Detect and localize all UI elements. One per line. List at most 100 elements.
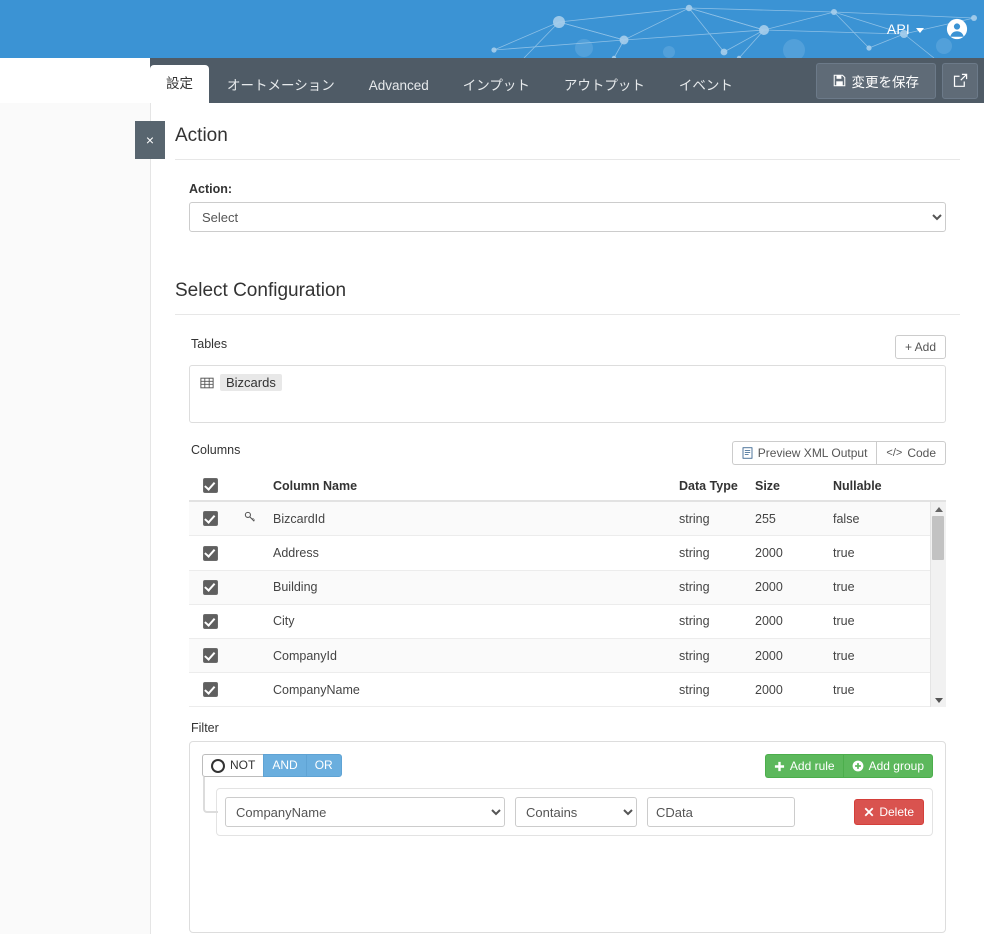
row-data-type: string (675, 535, 751, 571)
tab-label: Advanced (368, 78, 429, 93)
tab-actions: 変更を保存 (815, 58, 984, 103)
data-type-header: Data Type (675, 471, 751, 503)
save-floppy-icon (833, 74, 845, 87)
scroll-down-arrow[interactable] (931, 693, 946, 707)
tab-advanced[interactable]: Advanced (353, 69, 445, 103)
row-column-name: City (269, 604, 675, 640)
main-content: Action Action: Select Select Configurati… (151, 103, 984, 934)
filter-builder: NOT AND OR Add rule Add group CompanyNam… (189, 741, 946, 934)
chevron-down-icon (916, 27, 924, 33)
filter-label: Filter (191, 721, 219, 736)
and-toggle[interactable]: AND (263, 754, 306, 778)
action-field-label: Action: (189, 182, 233, 196)
row-checkbox[interactable] (202, 511, 218, 527)
tab-output[interactable]: アウトプット (548, 69, 661, 103)
row-size: 2000 (751, 535, 829, 571)
table-row[interactable]: BizcardId string 255 false (189, 502, 946, 537)
row-data-type: string (675, 638, 751, 674)
collapse-panel-button[interactable]: × (135, 121, 165, 159)
page-body: × Action Action: Select Select Configura… (0, 103, 984, 934)
action-section-title: Action (175, 125, 960, 160)
tab-input[interactable]: インプット (447, 69, 546, 103)
rule-value-input[interactable] (647, 797, 795, 828)
row-checkbox[interactable] (202, 545, 218, 561)
scroll-gutter-header (923, 471, 946, 503)
tab-list: 設定 オートメーション Advanced インプット アウトプット イベント (150, 58, 751, 103)
code-button[interactable]: </> Code (876, 441, 946, 465)
columns-table-header: Column Name Data Type Size Nullable (189, 471, 946, 503)
rule-field-select[interactable]: CompanyName (225, 797, 505, 828)
delete-rule-label: Delete (879, 805, 914, 820)
row-key-cell (231, 672, 269, 708)
add-table-button[interactable]: + Add (894, 335, 946, 359)
close-icon: × (145, 132, 155, 148)
rule-operator-select[interactable]: Contains (515, 797, 637, 828)
tab-label: アウトプット (563, 78, 645, 93)
add-rule-label: Add rule (789, 759, 835, 774)
delete-rule-button[interactable]: Delete (854, 799, 924, 826)
row-select-cell (189, 604, 231, 640)
row-nullable: true (829, 570, 923, 605)
nullable-header: Nullable (829, 471, 923, 503)
code-label: Code (907, 446, 936, 460)
scrollbar-thumb[interactable] (932, 516, 944, 561)
table-row[interactable]: City string 2000 true (189, 604, 946, 640)
select-configuration-title: Select Configuration (175, 280, 960, 315)
row-checkbox[interactable] (202, 614, 218, 630)
row-checkbox[interactable] (202, 579, 218, 595)
tab-automation[interactable]: オートメーション (211, 69, 351, 103)
tab-events[interactable]: イベント (663, 69, 749, 103)
columns-header-row: Columns Preview XML Output </> Code (175, 441, 946, 465)
user-circle-icon[interactable] (946, 18, 968, 40)
preview-xml-output-button[interactable]: Preview XML Output (731, 441, 877, 465)
key-header (231, 471, 269, 503)
table-chip-label[interactable]: Bizcards (220, 374, 282, 391)
tables-label: Tables (191, 337, 228, 351)
not-toggle[interactable]: NOT (202, 754, 264, 778)
add-group-button[interactable]: Add group (842, 754, 933, 779)
api-menu-label: API (886, 21, 910, 37)
table-row[interactable]: Building string 2000 true (189, 570, 946, 605)
left-rail: × (0, 103, 165, 934)
row-data-type: string (675, 672, 751, 708)
api-menu[interactable]: API (887, 21, 924, 37)
columns-action-group: Preview XML Output </> Code (731, 441, 946, 465)
table-grid-icon (200, 377, 214, 388)
xml-preview-icon (742, 447, 753, 459)
row-checkbox[interactable] (202, 682, 218, 698)
scroll-up-arrow[interactable] (931, 502, 946, 516)
tab-settings[interactable]: 設定 (150, 65, 209, 103)
preview-xml-output-label: Preview XML Output (757, 446, 868, 460)
action-select[interactable]: Select (189, 202, 946, 232)
row-data-type: string (675, 502, 751, 537)
table-row[interactable]: CompanyName string 2000 true (189, 672, 946, 708)
table-chip[interactable]: Bizcards (200, 374, 282, 391)
save-changes-button[interactable]: 変更を保存 (815, 62, 936, 99)
add-rule-button[interactable]: Add rule (764, 754, 843, 779)
row-column-name: Building (269, 570, 675, 605)
row-select-cell (189, 570, 231, 605)
select-all-checkbox[interactable] (202, 478, 218, 494)
triangle-up-icon (934, 506, 943, 512)
plus-circle-icon (852, 760, 864, 772)
row-data-type: string (675, 570, 751, 605)
row-key-cell (231, 570, 269, 605)
triangle-down-icon (934, 697, 943, 703)
row-checkbox[interactable] (202, 648, 218, 664)
row-column-name: CompanyName (269, 672, 675, 708)
columns-scroll-host: BizcardId string 255 false Address strin… (189, 502, 946, 708)
tab-label: オートメーション (227, 78, 335, 93)
tab-label: イベント (678, 78, 733, 93)
or-toggle[interactable]: OR (305, 754, 342, 778)
columns-scrollbar[interactable] (930, 502, 946, 708)
filter-rule-row: CompanyName Contains Delete (203, 777, 933, 837)
open-external-button[interactable] (942, 62, 978, 99)
close-x-icon (864, 807, 874, 817)
not-toggle-label: NOT (230, 758, 256, 773)
tab-label: インプット (462, 78, 530, 93)
plus-icon (774, 761, 784, 771)
table-row[interactable]: CompanyId string 2000 true (189, 638, 946, 674)
tables-box: Bizcards (189, 365, 946, 423)
table-row[interactable]: Address string 2000 true (189, 535, 946, 571)
row-size: 255 (751, 502, 829, 537)
